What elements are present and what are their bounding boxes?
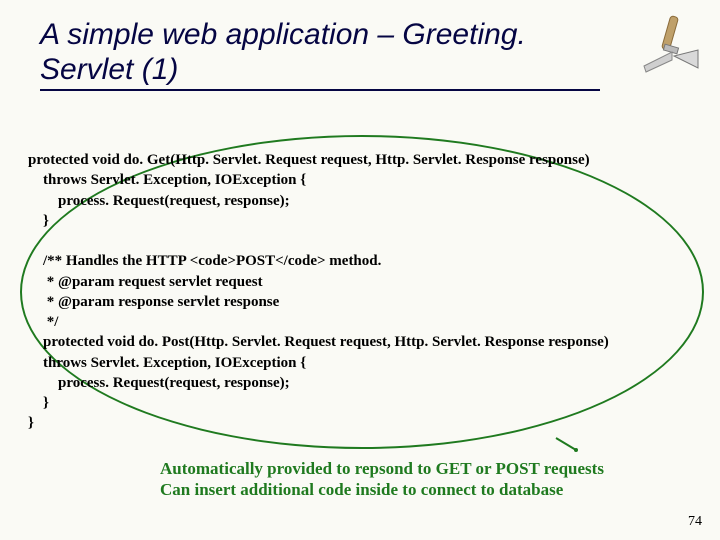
- slide: A simple web application – Greeting. Ser…: [0, 0, 720, 540]
- slide-title: A simple web application – Greeting. Ser…: [40, 18, 600, 91]
- trowel-icon: [636, 6, 706, 76]
- page-number: 74: [688, 514, 702, 530]
- annotation-text: Automatically provided to repsond to GET…: [160, 458, 680, 501]
- code-block: protected void do. Get(Http. Servlet. Re…: [28, 150, 688, 434]
